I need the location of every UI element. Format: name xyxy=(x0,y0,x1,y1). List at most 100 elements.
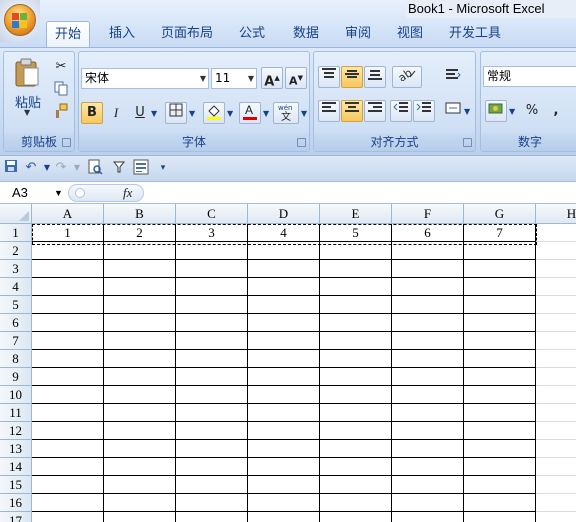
cell-f15[interactable] xyxy=(392,476,464,494)
cell-g8[interactable] xyxy=(464,350,536,368)
cell-c9[interactable] xyxy=(176,368,248,386)
column-header-e[interactable]: E xyxy=(320,204,392,224)
cell-e16[interactable] xyxy=(320,494,392,512)
cell-b6[interactable] xyxy=(104,314,176,332)
cell-a1[interactable]: 1 xyxy=(32,224,104,242)
tab-data[interactable]: 数据 xyxy=(284,21,328,47)
column-header-d[interactable]: D xyxy=(248,204,320,224)
cell-h7[interactable] xyxy=(536,332,576,350)
cell-f16[interactable] xyxy=(392,494,464,512)
row-header-10[interactable]: 10 xyxy=(0,386,32,404)
cell-b13[interactable] xyxy=(104,440,176,458)
cell-c13[interactable] xyxy=(176,440,248,458)
cell-a14[interactable] xyxy=(32,458,104,476)
cell-e13[interactable] xyxy=(320,440,392,458)
cell-d2[interactable] xyxy=(248,242,320,260)
cell-c10[interactable] xyxy=(176,386,248,404)
row-header-16[interactable]: 16 xyxy=(0,494,32,512)
cell-g5[interactable] xyxy=(464,296,536,314)
row-header-14[interactable]: 14 xyxy=(0,458,32,476)
tab-insert[interactable]: 插入 xyxy=(98,21,146,47)
tab-formulas[interactable]: 公式 xyxy=(230,21,274,47)
align-middle-icon[interactable] xyxy=(341,66,363,88)
cell-f9[interactable] xyxy=(392,368,464,386)
cell-h9[interactable] xyxy=(536,368,576,386)
cell-a12[interactable] xyxy=(32,422,104,440)
cell-d7[interactable] xyxy=(248,332,320,350)
form-icon[interactable] xyxy=(132,159,150,177)
cell-g17[interactable] xyxy=(464,512,536,522)
cell-a5[interactable] xyxy=(32,296,104,314)
cell-d5[interactable] xyxy=(248,296,320,314)
cell-g9[interactable] xyxy=(464,368,536,386)
shrink-font-icon[interactable]: A▼ xyxy=(285,67,307,89)
cell-c6[interactable] xyxy=(176,314,248,332)
cell-h2[interactable] xyxy=(536,242,576,260)
cell-g16[interactable] xyxy=(464,494,536,512)
cell-h15[interactable] xyxy=(536,476,576,494)
row-header-9[interactable]: 9 xyxy=(0,368,32,386)
font-launcher-icon[interactable] xyxy=(297,138,306,147)
cell-e3[interactable] xyxy=(320,260,392,278)
row-header-3[interactable]: 3 xyxy=(0,260,32,278)
chevron-down-icon[interactable]: ▼ xyxy=(68,159,86,177)
cell-h8[interactable] xyxy=(536,350,576,368)
cell-b1[interactable]: 2 xyxy=(104,224,176,242)
cell-f5[interactable] xyxy=(392,296,464,314)
tab-home[interactable]: 开始 xyxy=(46,21,90,47)
cell-a13[interactable] xyxy=(32,440,104,458)
cell-h4[interactable] xyxy=(536,278,576,296)
cell-a4[interactable] xyxy=(32,278,104,296)
cell-f12[interactable] xyxy=(392,422,464,440)
row-header-8[interactable]: 8 xyxy=(0,350,32,368)
cell-a2[interactable] xyxy=(32,242,104,260)
align-bottom-icon[interactable] xyxy=(364,66,386,88)
cell-h13[interactable] xyxy=(536,440,576,458)
cell-e4[interactable] xyxy=(320,278,392,296)
row-header-5[interactable]: 5 xyxy=(0,296,32,314)
cell-f10[interactable] xyxy=(392,386,464,404)
cell-a6[interactable] xyxy=(32,314,104,332)
cell-c3[interactable] xyxy=(176,260,248,278)
cell-b9[interactable] xyxy=(104,368,176,386)
cell-b16[interactable] xyxy=(104,494,176,512)
cell-h17[interactable] xyxy=(536,512,576,522)
cell-g15[interactable] xyxy=(464,476,536,494)
cell-h1[interactable] xyxy=(536,224,576,242)
column-header-g[interactable]: G xyxy=(464,204,536,224)
font-size-select[interactable]: 11 ▼ xyxy=(211,68,257,89)
cell-d9[interactable] xyxy=(248,368,320,386)
cell-h3[interactable] xyxy=(536,260,576,278)
cell-e17[interactable] xyxy=(320,512,392,522)
underline-button[interactable]: U xyxy=(129,102,151,124)
cell-g14[interactable] xyxy=(464,458,536,476)
tab-page-layout[interactable]: 页面布局 xyxy=(154,21,220,47)
print-preview-icon[interactable] xyxy=(86,159,104,177)
cell-a11[interactable] xyxy=(32,404,104,422)
cell-b7[interactable] xyxy=(104,332,176,350)
select-all-button[interactable] xyxy=(0,204,32,224)
paste-button[interactable]: 粘贴 ▼ xyxy=(9,56,45,117)
cell-a15[interactable] xyxy=(32,476,104,494)
cell-f17[interactable] xyxy=(392,512,464,522)
cell-g10[interactable] xyxy=(464,386,536,404)
cell-d12[interactable] xyxy=(248,422,320,440)
cell-g6[interactable] xyxy=(464,314,536,332)
cell-a7[interactable] xyxy=(32,332,104,350)
cell-b3[interactable] xyxy=(104,260,176,278)
cell-g12[interactable] xyxy=(464,422,536,440)
cell-h12[interactable] xyxy=(536,422,576,440)
cell-d10[interactable] xyxy=(248,386,320,404)
cell-a8[interactable] xyxy=(32,350,104,368)
row-header-6[interactable]: 6 xyxy=(0,314,32,332)
cell-g13[interactable] xyxy=(464,440,536,458)
clipboard-launcher-icon[interactable] xyxy=(62,138,71,147)
cell-d11[interactable] xyxy=(248,404,320,422)
customize-toolbar-icon[interactable]: ▾ xyxy=(154,159,172,177)
comma-style-button[interactable]: , xyxy=(545,100,567,122)
cell-h10[interactable] xyxy=(536,386,576,404)
borders-icon[interactable] xyxy=(165,102,187,124)
cell-c11[interactable] xyxy=(176,404,248,422)
office-button[interactable] xyxy=(0,0,40,42)
cell-c8[interactable] xyxy=(176,350,248,368)
